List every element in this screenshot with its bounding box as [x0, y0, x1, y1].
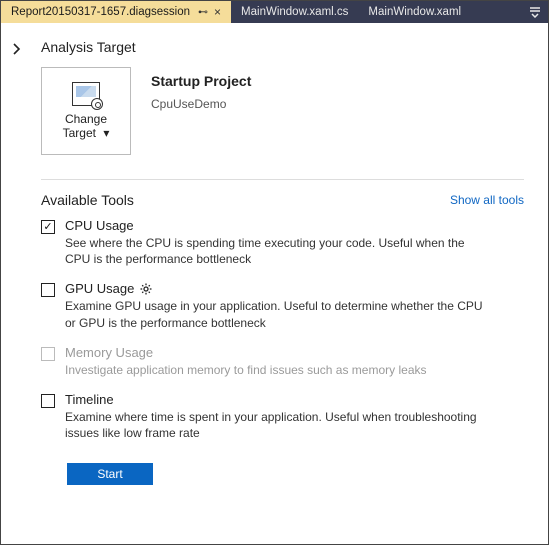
tab-overflow-menu[interactable] [522, 1, 548, 23]
change-target-button[interactable]: Change Target ▾ [41, 67, 131, 155]
tab-mainwindow-cs[interactable]: MainWindow.xaml.cs [231, 1, 358, 23]
collapse-toggle[interactable] [11, 39, 27, 485]
tool-checkbox[interactable] [41, 220, 55, 234]
tool-name: Timeline [65, 392, 485, 407]
tab-label: Report20150317-1657.diagsession [11, 6, 190, 18]
change-target-label-l1: Change [65, 112, 107, 126]
tool-checkbox[interactable] [41, 283, 55, 297]
tool-description: See where the CPU is spending time execu… [65, 235, 485, 267]
tool-row: GPU Usage Examine GPU usage in your appli… [41, 281, 524, 330]
main-panel: Analysis Target Change Target ▾ Startup … [1, 23, 548, 501]
target-image-icon [72, 82, 100, 106]
tool-description: Examine where time is spent in your appl… [65, 409, 485, 441]
start-button[interactable]: Start [67, 463, 153, 485]
change-target-label-l2: Target [63, 126, 96, 140]
target-info: Startup Project CpuUseDemo [151, 67, 251, 111]
gear-icon [91, 98, 103, 110]
tab-mainwindow-xaml[interactable]: MainWindow.xaml [358, 1, 471, 23]
tool-row: Memory Usage Investigate application memo… [41, 345, 524, 378]
gear-icon[interactable] [140, 283, 152, 295]
tool-name: CPU Usage [65, 218, 485, 233]
divider [41, 179, 524, 180]
tools-list: CPU Usage See where the CPU is spending t… [41, 218, 524, 441]
tool-row: CPU Usage See where the CPU is spending t… [41, 218, 524, 267]
tool-name: Memory Usage [65, 345, 427, 360]
pin-icon[interactable]: ⊷ [198, 7, 208, 18]
available-tools-heading: Available Tools [41, 192, 134, 208]
tool-row: Timeline Examine where time is spent in y… [41, 392, 524, 441]
tabbar: Report20150317-1657.diagsession ⊷ × Main… [1, 1, 548, 23]
tab-label: MainWindow.xaml [368, 6, 461, 18]
analysis-target-title: Analysis Target [41, 39, 524, 55]
tab-diagsession[interactable]: Report20150317-1657.diagsession ⊷ × [1, 1, 231, 23]
close-icon[interactable]: × [214, 5, 221, 19]
startup-project-value: CpuUseDemo [151, 97, 251, 111]
chevron-down-icon: ▾ [103, 126, 109, 140]
startup-project-heading: Startup Project [151, 73, 251, 89]
tool-checkbox [41, 347, 55, 361]
tool-description: Examine GPU usage in your application. U… [65, 298, 485, 330]
tab-label: MainWindow.xaml.cs [241, 6, 348, 18]
show-all-tools-link[interactable]: Show all tools [450, 193, 524, 207]
tool-name: GPU Usage [65, 281, 485, 296]
tool-description: Investigate application memory to find i… [65, 362, 427, 378]
tool-checkbox[interactable] [41, 394, 55, 408]
